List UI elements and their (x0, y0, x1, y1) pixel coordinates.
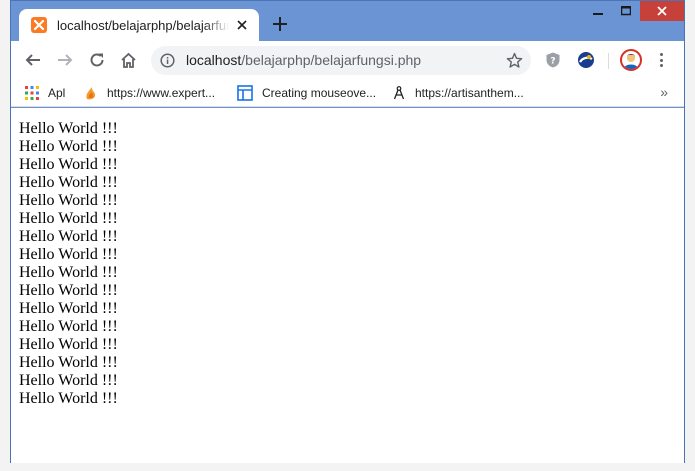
window-controls (584, 1, 684, 21)
xampp-favicon-icon (31, 17, 47, 33)
toolbar-divider (608, 53, 609, 69)
address-bar[interactable]: localhost/belajarphp/belajarfungsi.php (151, 46, 531, 75)
bookmark-label: Apl (48, 86, 66, 100)
new-tab-icon[interactable] (271, 15, 289, 33)
reload-icon[interactable] (87, 50, 107, 70)
browser-toolbar: localhost/belajarphp/belajarfungsi.php ? (11, 41, 684, 79)
output-line: Hello World !!! (19, 300, 118, 317)
browser-window: localhost/belajarphp/belajarfungsi.php (10, 0, 685, 463)
apps-grid-icon (25, 86, 39, 100)
tab-strip: localhost/belajarphp/belajarfungsi.php (11, 1, 684, 41)
output-line: Hello World !!! (19, 354, 118, 371)
output-line: Hello World !!! (19, 246, 118, 263)
url-text: localhost/belajarphp/belajarfungsi.php (186, 52, 421, 68)
output-line: Hello World !!! (19, 372, 118, 389)
output-line: Hello World !!! (19, 120, 118, 137)
tab-close-icon[interactable] (235, 18, 249, 32)
bookmark-label: Creating mouseove... (262, 86, 377, 100)
site-info-icon[interactable] (160, 53, 175, 68)
output-line: Hello World !!! (19, 210, 118, 227)
kebab-menu-icon[interactable] (656, 51, 666, 69)
bookmarks-overflow-button[interactable]: » (660, 84, 668, 100)
bookmark-star-icon[interactable] (506, 52, 523, 69)
url-host: localhost (186, 52, 242, 68)
bookmark-label: https://artisanthem... (415, 86, 524, 100)
globe-extension-icon[interactable] (577, 51, 595, 69)
output-line: Hello World !!! (19, 192, 118, 209)
forward-arrow-icon[interactable] (55, 50, 75, 70)
bookmark-creating-mouseover[interactable]: Creating mouseove... (237, 84, 376, 102)
close-window-icon[interactable] (640, 1, 684, 21)
page-content: Hello World !!! Hello World !!! Hello Worl… (11, 108, 684, 463)
bookmark-apps[interactable]: Apl (25, 84, 65, 102)
output-line: Hello World !!! (19, 336, 118, 353)
output-line: Hello World !!! (19, 174, 118, 191)
profile-avatar-icon[interactable] (620, 49, 642, 71)
maximize-icon[interactable] (612, 1, 640, 21)
flame-icon (84, 86, 98, 100)
output-line: Hello World !!! (19, 138, 118, 155)
tab-active[interactable]: localhost/belajarphp/belajarfungsi.php (19, 9, 259, 41)
layout-icon (237, 85, 253, 101)
output-line: Hello World !!! (19, 390, 118, 407)
bookmark-expert[interactable]: https://www.expert... (84, 84, 215, 102)
output-line: Hello World !!! (19, 264, 118, 281)
output-line: Hello World !!! (19, 156, 118, 173)
bookmarks-bar: Apl https://www.expert... Creating mouse… (11, 79, 684, 107)
compass-icon (392, 86, 406, 100)
output-line: Hello World !!! (19, 318, 118, 335)
output-line: Hello World !!! (19, 282, 118, 299)
minimize-icon[interactable] (584, 1, 612, 21)
back-arrow-icon[interactable] (23, 50, 43, 70)
bookmark-artisanthem[interactable]: https://artisanthem... (392, 84, 524, 102)
svg-text:?: ? (550, 57, 555, 67)
home-icon[interactable] (118, 50, 138, 70)
url-path: /belajarphp/belajarfungsi.php (241, 52, 422, 68)
shield-extension-icon[interactable]: ? (544, 51, 562, 69)
bookmark-label: https://www.expert... (107, 86, 216, 100)
tab-title: localhost/belajarphp/belajarfungsi.php (57, 17, 229, 33)
output-line: Hello World !!! (19, 228, 118, 245)
